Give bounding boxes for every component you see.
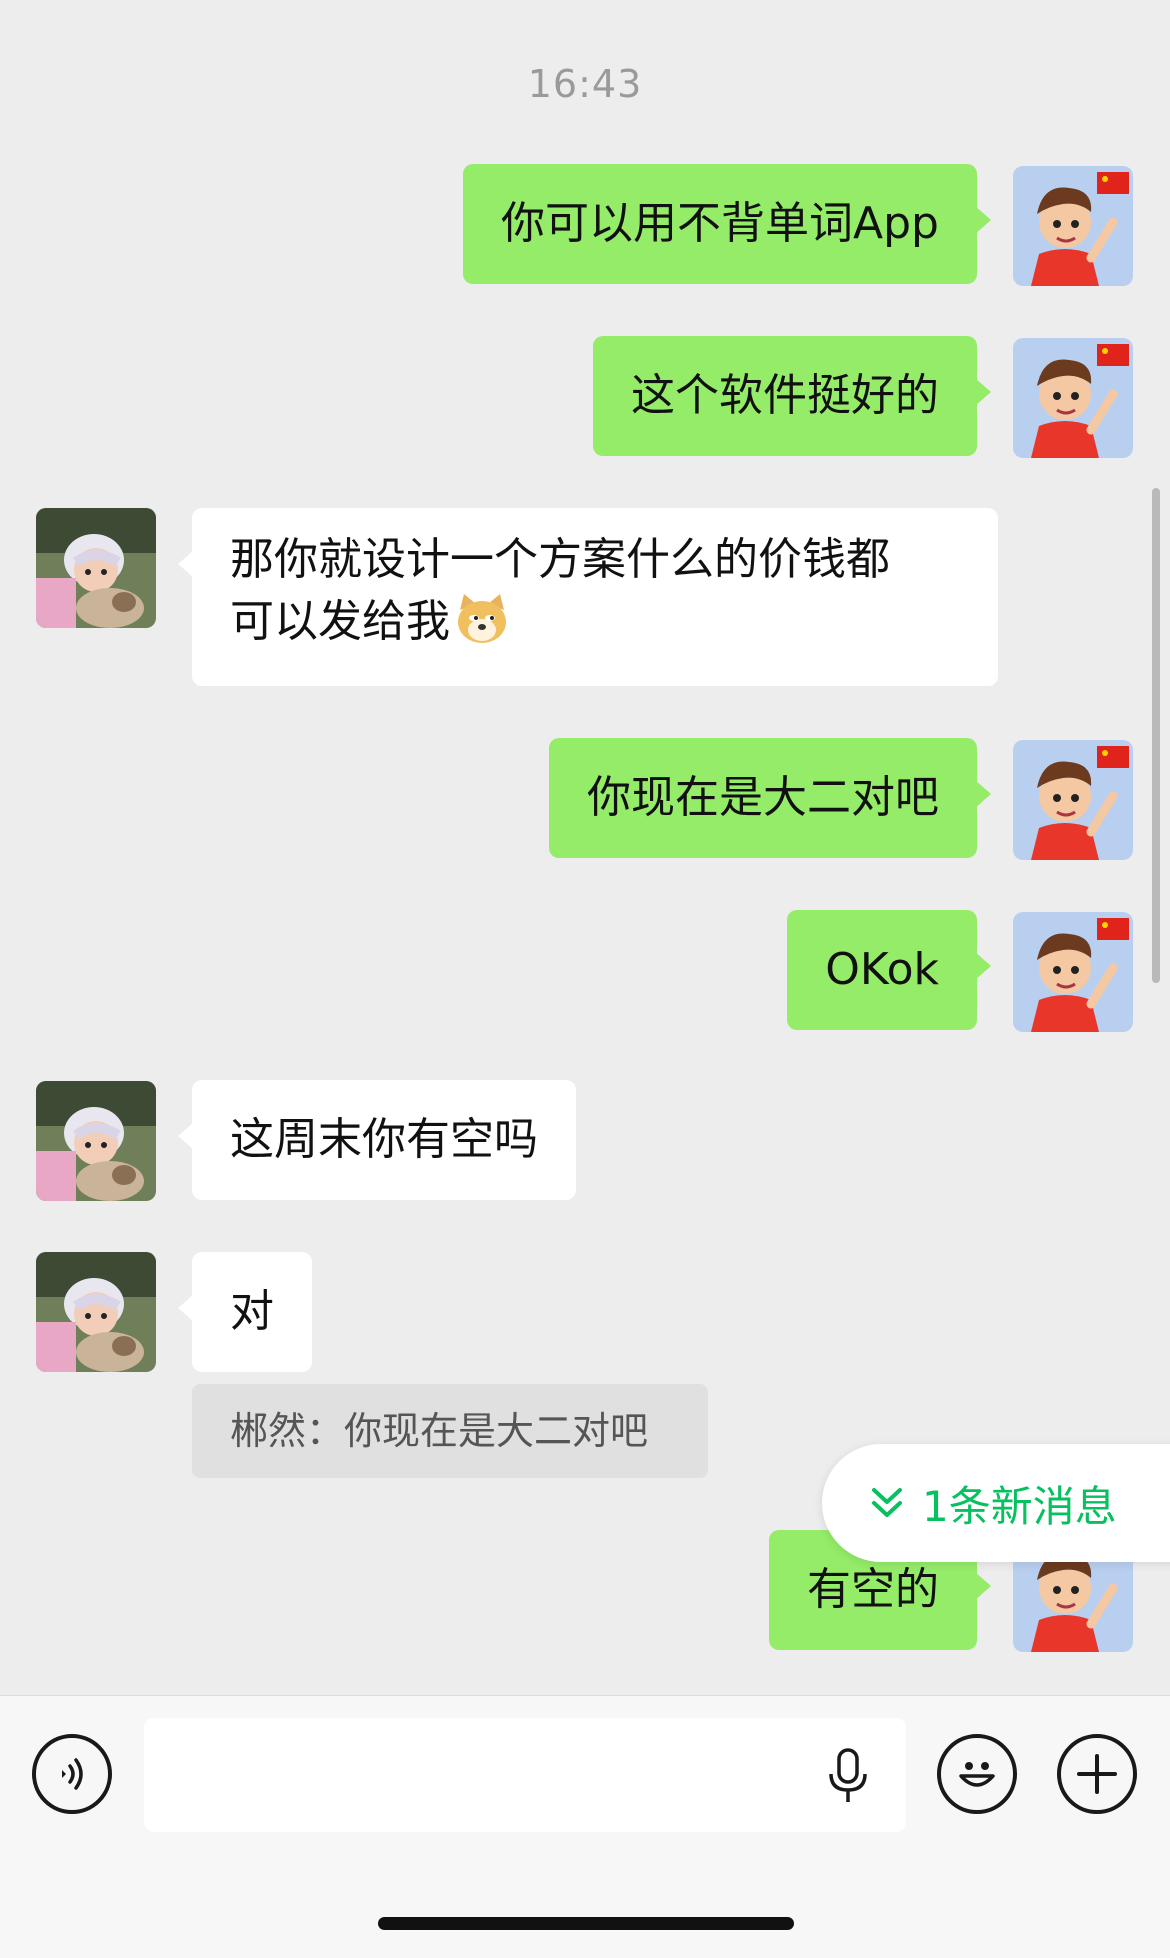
contact-avatar[interactable]	[36, 508, 156, 628]
double-chevron-down-icon	[872, 1488, 902, 1517]
contact-avatar[interactable]	[36, 1081, 156, 1201]
message-bubble-incoming[interactable]: 那你就设计一个方案什么的价钱都 可以发给我	[178, 508, 998, 686]
doge-emoji-icon	[454, 590, 510, 646]
my-avatar[interactable]	[1013, 912, 1133, 1032]
message-text: 这周末你有空吗	[230, 1114, 538, 1165]
more-button[interactable]	[1057, 1734, 1137, 1814]
message-bubble-incoming[interactable]: 对	[178, 1252, 312, 1372]
smiley-icon	[959, 1762, 995, 1787]
message-bubble-outgoing[interactable]: OKok	[787, 910, 991, 1030]
microphone-icon[interactable]	[826, 1748, 870, 1804]
quoted-reply[interactable]: 郴然：你现在是大二对吧	[192, 1384, 708, 1478]
chat-timestamp: 16:43	[527, 62, 643, 106]
home-indicator[interactable]	[378, 1917, 794, 1930]
message-input[interactable]	[144, 1718, 906, 1832]
voice-button[interactable]	[32, 1734, 112, 1814]
new-message-banner[interactable]: 1条新消息	[822, 1444, 1170, 1562]
message-bubble-outgoing[interactable]: 你现在是大二对吧	[549, 738, 991, 858]
my-avatar[interactable]	[1013, 740, 1133, 860]
message-text-line: 可以发给我	[230, 596, 450, 647]
message-text: 你现在是大二对吧	[587, 772, 939, 823]
message-text: 有空的	[807, 1564, 939, 1615]
message-bubble-outgoing[interactable]: 这个软件挺好的	[593, 336, 991, 456]
my-avatar[interactable]	[1013, 338, 1133, 458]
message-text: 你可以用不背单词App	[501, 198, 939, 249]
message-bubble-outgoing[interactable]: 你可以用不背单词App	[463, 164, 991, 284]
contact-avatar[interactable]	[36, 1252, 156, 1372]
scrollbar[interactable]	[1152, 488, 1160, 983]
emoji-button[interactable]	[937, 1734, 1017, 1814]
message-text: 对	[230, 1286, 274, 1337]
voice-icon	[62, 1758, 83, 1790]
message-bubble-incoming[interactable]: 这周末你有空吗	[178, 1080, 576, 1200]
message-text: OKok	[825, 944, 939, 995]
plus-icon	[1077, 1754, 1117, 1794]
new-message-label: 1条新消息	[922, 1481, 1117, 1531]
message-text-line: 那你就设计一个方案什么的价钱都	[230, 534, 890, 585]
quoted-reply-text: 郴然：你现在是大二对吧	[230, 1409, 649, 1453]
my-avatar[interactable]	[1013, 166, 1133, 286]
message-text: 这个软件挺好的	[631, 370, 939, 421]
